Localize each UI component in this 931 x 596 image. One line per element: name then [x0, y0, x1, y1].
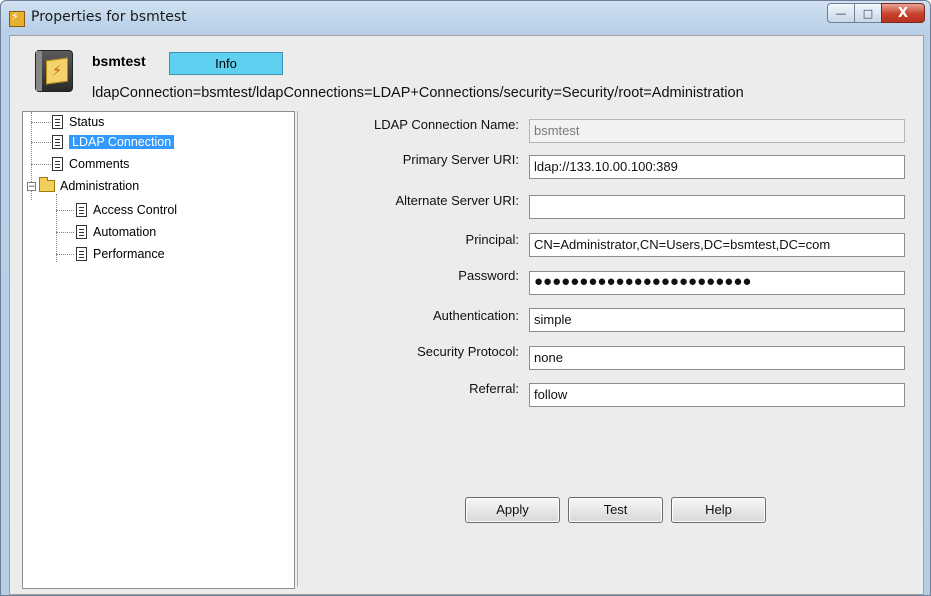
tree-item-comments[interactable]: Comments [52, 154, 129, 174]
collapse-toggle[interactable]: − [27, 182, 36, 192]
navigation-tree: Status LDAP Connection Comments − Admini… [22, 111, 295, 589]
help-button[interactable]: Help [671, 497, 766, 523]
tree-item-label: Status [69, 115, 105, 129]
security-protocol-field[interactable]: none [529, 346, 905, 370]
tree-item-label: LDAP Connection [69, 135, 175, 149]
document-icon [76, 203, 87, 217]
tree-item-label: Performance [93, 247, 165, 261]
password-label: Password: [458, 268, 519, 283]
tree-line [56, 194, 57, 262]
app-icon [9, 10, 25, 27]
authentication-field[interactable]: simple [529, 308, 905, 332]
principal-field[interactable]: CN=Administrator,CN=Users,DC=bsmtest,DC=… [529, 233, 905, 257]
tree-line [31, 164, 51, 165]
test-button[interactable]: Test [568, 497, 663, 523]
tree-item-performance[interactable]: Performance [76, 244, 165, 264]
tree-item-label: Automation [93, 225, 157, 239]
tree-line [56, 232, 74, 233]
connection-name-field: bsmtest [529, 119, 905, 143]
tree-item-label: Comments [69, 157, 130, 171]
folder-icon [39, 177, 55, 192]
document-icon [76, 247, 87, 261]
tree-item-automation[interactable]: Automation [76, 222, 156, 242]
title-bar[interactable]: Properties for bsmtest — □ X [1, 1, 930, 35]
tree-item-ldap-connection[interactable]: LDAP Connection [52, 132, 175, 152]
tree-line [31, 122, 51, 123]
alternate-uri-field[interactable] [529, 195, 905, 219]
tree-line [56, 210, 74, 211]
document-icon [52, 135, 63, 149]
ldap-connection-icon: ⚡ [35, 50, 73, 92]
authentication-label: Authentication: [432, 308, 519, 323]
password-field[interactable]: ●●●●●●●●●●●●●●●●●●●●●●●● [529, 271, 905, 295]
primary-uri-field[interactable]: ldap://133.10.00.100:389 [529, 155, 905, 179]
apply-button[interactable]: Apply [465, 497, 560, 523]
alternate-uri-label: Alternate Server URI: [395, 193, 519, 208]
principal-label: Principal: [465, 232, 519, 247]
tree-item-status[interactable]: Status [52, 112, 104, 132]
window-title: Properties for bsmtest [31, 9, 187, 25]
tree-item-label: Administration [60, 179, 140, 193]
tree-item-label: Access Control [93, 203, 178, 217]
properties-window: Properties for bsmtest — □ X ⚡ bsmtest I… [0, 0, 931, 596]
primary-uri-label: Primary Server URI: [402, 152, 519, 167]
distinguished-name: ldapConnection=bsmtest/ldapConnections=L… [92, 85, 744, 101]
close-button[interactable]: X [881, 3, 925, 23]
document-icon [76, 225, 87, 239]
tree-item-access-control[interactable]: Access Control [76, 200, 177, 220]
referral-field[interactable]: follow [529, 383, 905, 407]
lightning-icon: ⚡ [46, 57, 68, 85]
document-icon [52, 115, 63, 129]
info-badge: Info [169, 52, 283, 75]
connection-name-label: LDAP Connection Name: [373, 117, 519, 132]
security-protocol-label: Security Protocol: [417, 344, 519, 359]
tree-item-administration[interactable]: Administration [39, 176, 139, 196]
tree-line [31, 142, 51, 143]
dialog-content: ⚡ bsmtest Info ldapConnection=bsmtest/ld… [9, 35, 924, 595]
maximize-button[interactable]: □ [854, 3, 882, 23]
object-name: bsmtest [92, 53, 146, 69]
book-spine [36, 51, 42, 91]
referral-label: Referral: [469, 381, 519, 396]
tree-line [56, 254, 74, 255]
minimize-button[interactable]: — [827, 3, 855, 23]
document-icon [52, 157, 63, 171]
